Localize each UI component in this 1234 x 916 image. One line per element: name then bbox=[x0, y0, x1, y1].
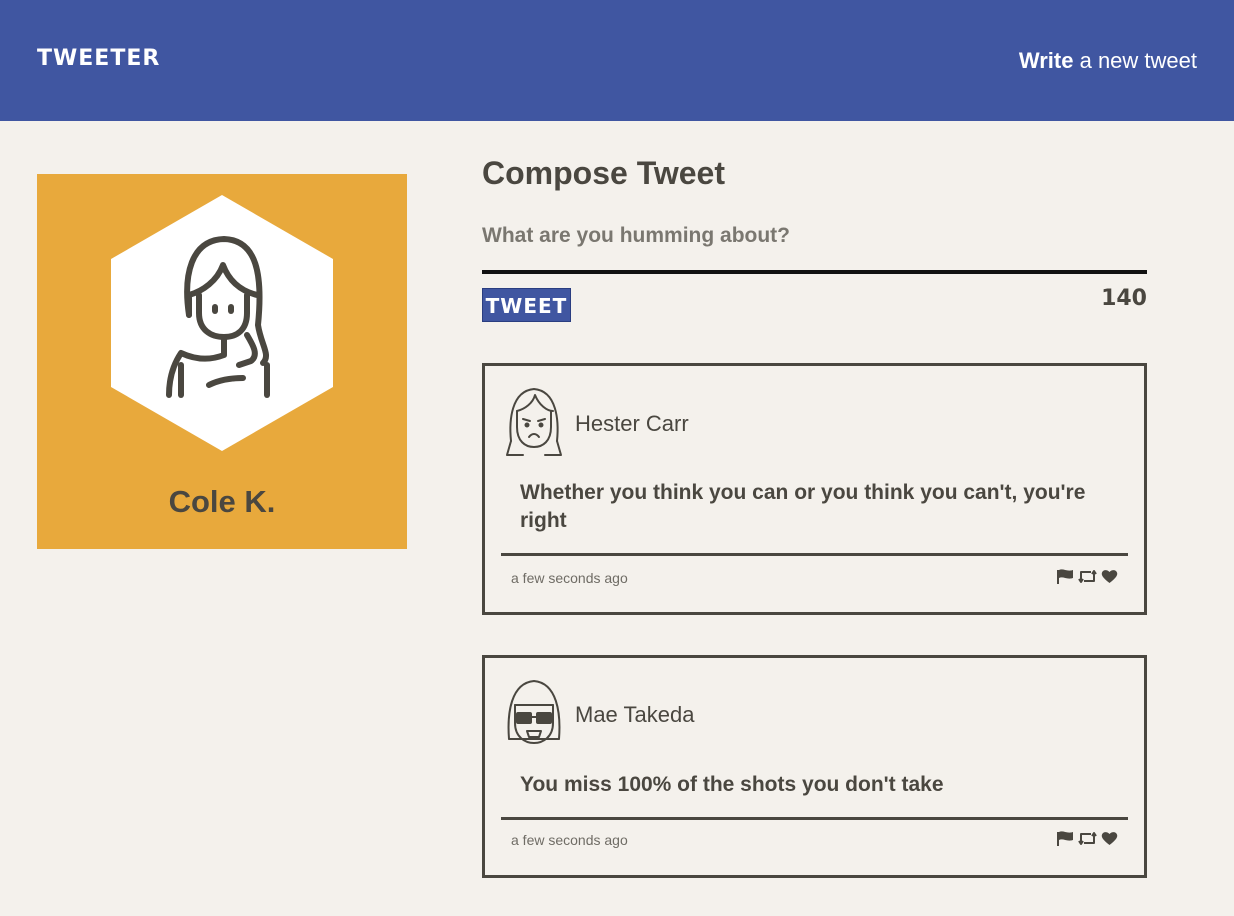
tweet-author: Mae Takeda bbox=[575, 702, 695, 727]
tweet-content: You miss 100% of the shots you don't tak… bbox=[520, 773, 944, 796]
profile-card: Cole K. bbox=[37, 174, 407, 549]
sad-girl-avatar-icon bbox=[506, 388, 562, 456]
tweet-timestamp: a few seconds ago bbox=[511, 570, 628, 586]
tweet-card: Mae Takeda You miss 100% of the shots yo… bbox=[482, 655, 1147, 878]
compose-title: Compose Tweet bbox=[482, 155, 725, 191]
write-link-bold: Write bbox=[1018, 48, 1074, 73]
retweet-icon[interactable] bbox=[1078, 831, 1097, 846]
tweet-input[interactable] bbox=[482, 220, 1147, 274]
tweet-submit-button[interactable]: TWEET bbox=[482, 288, 571, 322]
heart-icon[interactable] bbox=[1101, 569, 1118, 584]
char-counter: 140 bbox=[1101, 286, 1147, 311]
girl-with-glasses-avatar-icon bbox=[507, 680, 561, 744]
brand-logo[interactable]: TWEETER bbox=[37, 46, 160, 71]
tweet-author: Hester Carr bbox=[575, 411, 689, 436]
flag-icon[interactable] bbox=[1057, 831, 1074, 846]
profile-avatar bbox=[111, 195, 333, 451]
retweet-icon[interactable] bbox=[1078, 569, 1097, 584]
tweet-card: Hester Carr Whether you think you can or… bbox=[482, 363, 1147, 615]
write-new-tweet-link[interactable]: Write a new tweet bbox=[1019, 48, 1197, 74]
tweet-content: Whether you think you can or you think y… bbox=[520, 481, 1086, 532]
heart-icon[interactable] bbox=[1101, 831, 1118, 846]
top-nav: TWEETER Write a new tweet bbox=[0, 0, 1234, 121]
tweet-actions bbox=[1057, 831, 1118, 846]
tweet-timestamp: a few seconds ago bbox=[511, 832, 628, 848]
tweet-actions bbox=[1057, 569, 1118, 584]
write-link-rest: a new tweet bbox=[1073, 48, 1197, 73]
profile-name: Cole K. bbox=[168, 484, 276, 519]
flag-icon[interactable] bbox=[1057, 569, 1074, 584]
tweet-divider bbox=[501, 817, 1128, 820]
tweet-divider bbox=[501, 553, 1128, 556]
